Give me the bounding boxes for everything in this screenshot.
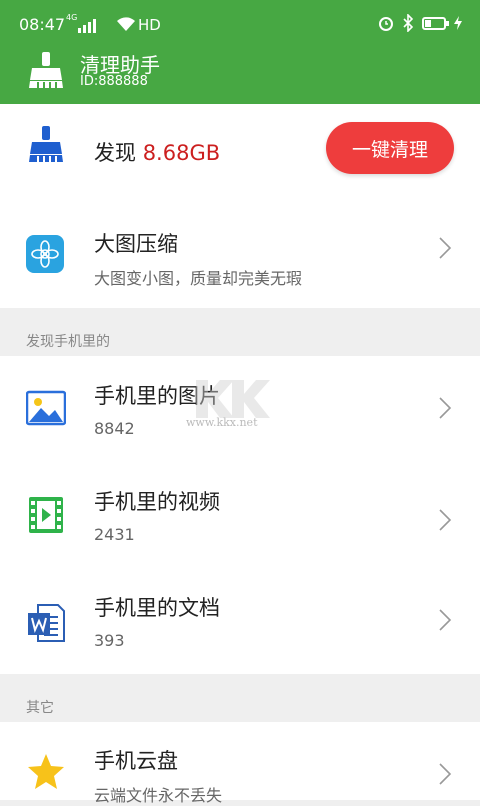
chevron-right-icon bbox=[439, 509, 452, 531]
list-item-cloud-drive[interactable]: 手机云盘 云端文件永不丢失 bbox=[0, 722, 480, 805]
image-icon bbox=[26, 390, 66, 426]
compress-title: 大图压缩 bbox=[94, 232, 178, 256]
user-id: ID:888888 bbox=[80, 74, 148, 89]
signal-icon: 4G bbox=[66, 13, 96, 33]
found-text: 发现 8.68GB bbox=[94, 137, 220, 167]
word-document-icon bbox=[28, 604, 65, 642]
chevron-right-icon bbox=[439, 763, 452, 785]
hd-indicator: HD bbox=[138, 16, 161, 34]
section-label-phone: 发现手机里的 bbox=[26, 334, 110, 350]
status-bar: 08:47 4G HD bbox=[0, 0, 480, 48]
item-count: 8842 bbox=[94, 419, 135, 438]
network-type-label: 4G bbox=[66, 13, 78, 22]
alarm-icon bbox=[379, 17, 393, 31]
flower-icon bbox=[26, 235, 64, 273]
bluetooth-icon bbox=[403, 14, 414, 32]
watermark-url: www.kkx.net bbox=[186, 416, 258, 429]
chevron-right-icon bbox=[439, 397, 452, 419]
item-title: 手机里的文档 bbox=[94, 596, 220, 620]
found-size: 8.68GB bbox=[142, 141, 221, 165]
item-subtitle: 云端文件永不丢失 bbox=[94, 786, 223, 805]
charging-icon bbox=[454, 16, 462, 30]
wifi-icon bbox=[117, 17, 135, 31]
item-count: 2431 bbox=[94, 525, 135, 544]
broom-logo-icon bbox=[29, 52, 63, 88]
item-title: 手机云盘 bbox=[94, 749, 178, 773]
other-card: 手机云盘 云端文件永不丢失 bbox=[0, 722, 480, 805]
compress-subtitle: 大图变小图，质量却完美无瑕 bbox=[94, 269, 303, 288]
broom-icon bbox=[29, 126, 63, 162]
item-title: 手机里的视频 bbox=[94, 490, 220, 514]
section-label-other: 其它 bbox=[26, 700, 54, 716]
compress-row[interactable]: 大图压缩 大图变小图，质量却完美无瑕 bbox=[0, 194, 480, 308]
item-count: 393 bbox=[94, 631, 125, 650]
chevron-right-icon bbox=[439, 609, 452, 631]
status-time: 08:47 bbox=[19, 15, 66, 34]
chevron-right-icon bbox=[439, 237, 452, 259]
one-click-clean-button[interactable]: 一键清理 bbox=[326, 122, 454, 174]
star-icon bbox=[28, 754, 64, 789]
video-icon bbox=[29, 497, 63, 533]
battery-icon bbox=[422, 16, 449, 30]
app-header: 08:47 4G HD 清理助手 ID:888888 bbox=[0, 0, 480, 104]
list-item-documents[interactable]: 手机里的文档 393 bbox=[0, 568, 480, 674]
found-label: 发现 bbox=[94, 141, 136, 165]
list-item-videos[interactable]: 手机里的视频 2431 bbox=[0, 462, 480, 568]
